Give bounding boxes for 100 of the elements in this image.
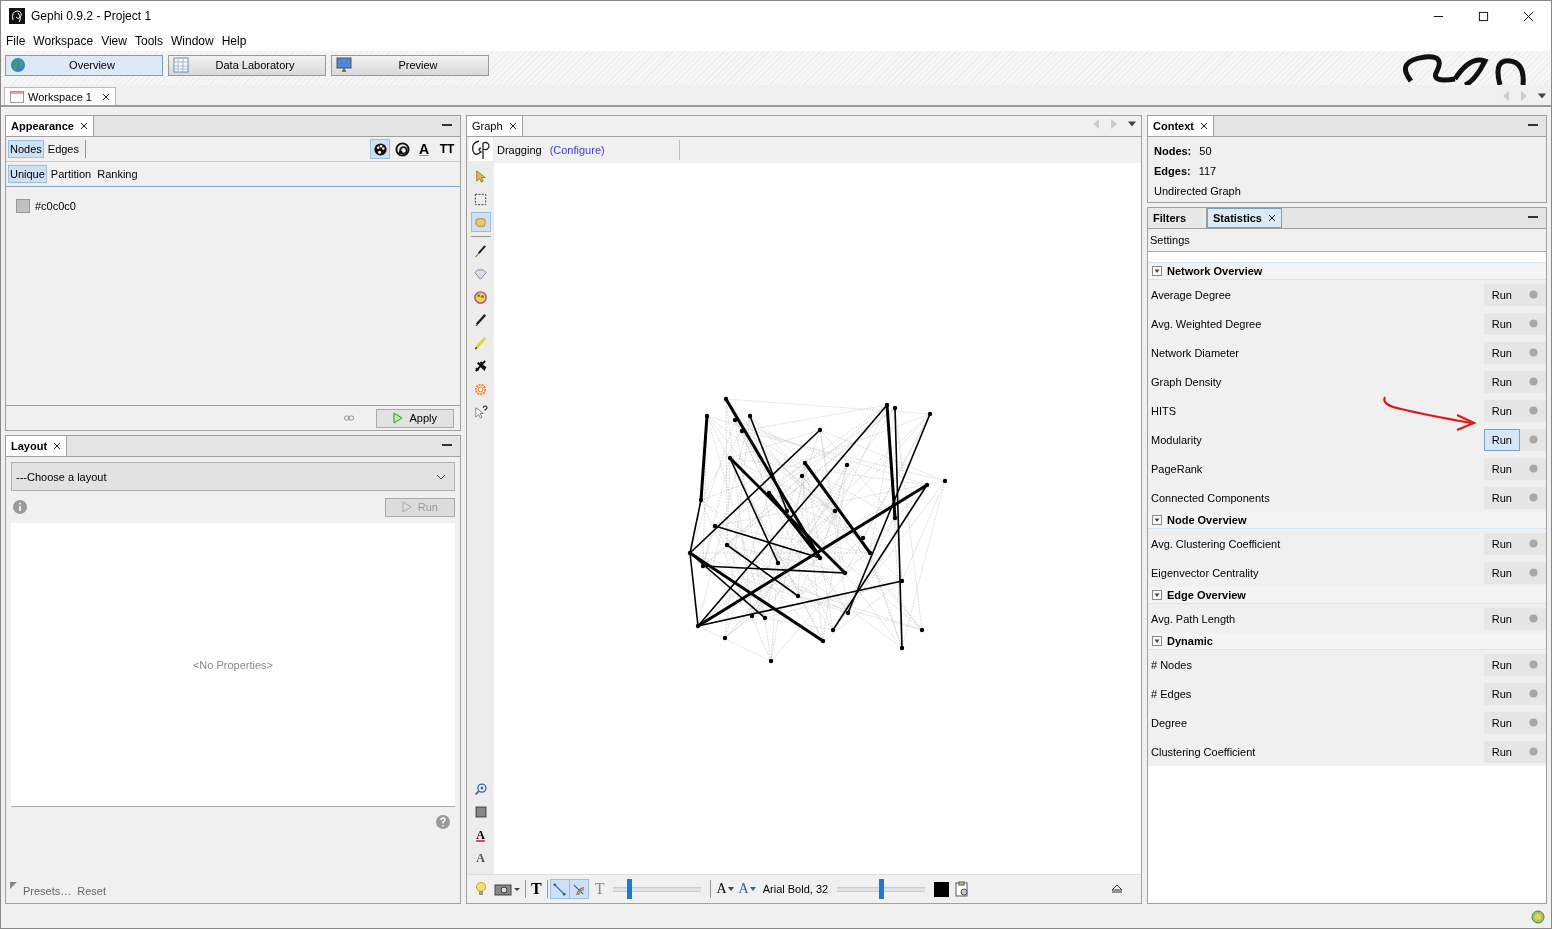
perspective-button[interactable]: Preview bbox=[331, 54, 489, 76]
group-header[interactable]: Network Overview bbox=[1148, 263, 1546, 280]
collapse-icon[interactable] bbox=[1152, 636, 1162, 646]
menu-item[interactable]: Tools bbox=[134, 34, 163, 48]
close-icon[interactable] bbox=[80, 122, 88, 130]
target-tab[interactable]: Edges bbox=[45, 140, 81, 158]
run-button[interactable]: Run bbox=[1483, 486, 1520, 509]
run-button[interactable]: Run bbox=[1483, 711, 1520, 734]
font-button[interactable]: A bbox=[716, 881, 727, 897]
color-button[interactable] bbox=[370, 139, 390, 159]
statistic-name: Connected Components bbox=[1151, 491, 1270, 504]
slider-thumb[interactable] bbox=[627, 879, 633, 899]
run-button[interactable]: Run bbox=[1483, 561, 1520, 584]
workspace-tab[interactable]: Workspace 1 bbox=[4, 87, 116, 105]
logo-icon bbox=[468, 137, 493, 161]
label-color-button[interactable]: A bbox=[470, 825, 491, 845]
dropdown-icon[interactable] bbox=[1538, 91, 1546, 101]
slider-thumb[interactable] bbox=[879, 879, 885, 899]
info-icon[interactable] bbox=[13, 500, 27, 514]
statistic-name: Modularity bbox=[1151, 433, 1202, 446]
presets-link[interactable]: Presets… bbox=[23, 885, 72, 897]
panel-tab[interactable]: Appearance bbox=[6, 116, 94, 136]
close-icon[interactable] bbox=[102, 92, 110, 101]
group-header[interactable]: Node Overview bbox=[1148, 512, 1546, 529]
panel-tab[interactable]: Statistics bbox=[1207, 208, 1282, 228]
label-color-swatch[interactable] bbox=[934, 881, 950, 897]
settings-button[interactable]: Settings bbox=[1150, 234, 1190, 246]
statistic-name: # Nodes bbox=[1151, 658, 1192, 671]
window-title: Gephi 0.9.2 - Project 1 bbox=[31, 9, 152, 23]
caret-icon[interactable] bbox=[727, 887, 734, 891]
perspective-button[interactable]: Data Laboratory bbox=[168, 54, 326, 76]
edge-color-toggle-button[interactable] bbox=[568, 879, 589, 899]
clipboard-icon[interactable] bbox=[954, 881, 971, 897]
font-name: Arial Bold, 32 bbox=[762, 883, 829, 895]
mode-tab[interactable]: Unique bbox=[8, 165, 47, 183]
show-labels-button[interactable]: T bbox=[531, 880, 542, 898]
minimize-icon[interactable] bbox=[442, 444, 452, 448]
run-button[interactable]: Run bbox=[1483, 653, 1520, 676]
panel-tab[interactable]: Context bbox=[1148, 116, 1214, 136]
caret-icon[interactable] bbox=[749, 887, 756, 891]
edges-toggle-button[interactable] bbox=[549, 879, 570, 899]
camera-icon[interactable] bbox=[494, 881, 520, 897]
collapse-icon[interactable] bbox=[1152, 590, 1162, 600]
lightbulb-icon[interactable] bbox=[473, 881, 489, 897]
run-button[interactable]: Run bbox=[1483, 607, 1520, 630]
minimize-icon[interactable] bbox=[442, 124, 452, 128]
mode-tab[interactable]: Ranking bbox=[95, 165, 140, 183]
statistic-name: Graph Density bbox=[1151, 375, 1222, 388]
help-icon[interactable] bbox=[436, 815, 450, 829]
link-icon[interactable] bbox=[344, 415, 355, 421]
label-color-button[interactable]: A bbox=[414, 139, 434, 159]
menu-item[interactable]: Window bbox=[170, 34, 214, 48]
perspective-button[interactable]: Overview bbox=[5, 54, 163, 76]
run-button[interactable]: Run bbox=[1483, 283, 1520, 306]
apply-button[interactable]: Apply bbox=[376, 408, 454, 428]
highlighter-icon bbox=[473, 335, 488, 351]
mode-tab[interactable]: Partition bbox=[48, 165, 94, 183]
collapse-icon[interactable] bbox=[1152, 515, 1162, 525]
run-button[interactable]: Run bbox=[1483, 682, 1520, 705]
color-swatch[interactable] bbox=[16, 199, 30, 213]
stat-label: Nodes: bbox=[1154, 144, 1192, 157]
dropdown-icon[interactable] bbox=[1128, 119, 1136, 129]
configure-link[interactable]: (Configure) bbox=[549, 144, 605, 156]
layout-dropdown[interactable]: ---Choose a layout bbox=[11, 462, 455, 491]
globe-icon bbox=[10, 57, 26, 73]
panel-tab[interactable]: Layout bbox=[6, 436, 68, 456]
close-icon[interactable] bbox=[1267, 214, 1276, 222]
group-header[interactable]: Edge Overview bbox=[1148, 587, 1546, 604]
run-button[interactable]: Run bbox=[1483, 370, 1520, 393]
menu-item[interactable]: View bbox=[101, 34, 127, 48]
run-button[interactable]: Run bbox=[1483, 312, 1520, 335]
minimize-icon[interactable] bbox=[1528, 216, 1538, 220]
label-size-button[interactable]: A bbox=[470, 848, 491, 868]
statistic-name: Average Degree bbox=[1151, 288, 1231, 301]
minimize-icon[interactable] bbox=[1528, 124, 1538, 128]
menu-item[interactable]: Workspace bbox=[33, 34, 94, 48]
menu-item[interactable]: File bbox=[6, 34, 26, 48]
close-icon[interactable] bbox=[508, 122, 517, 130]
close-icon[interactable] bbox=[53, 442, 62, 450]
run-button[interactable]: Run bbox=[1483, 740, 1520, 763]
target-tab[interactable]: Nodes bbox=[8, 140, 44, 158]
size-button[interactable] bbox=[392, 139, 412, 159]
help-pointer-icon bbox=[473, 404, 488, 420]
run-button[interactable]: Run bbox=[1483, 457, 1520, 480]
panel-tab[interactable]: Filters bbox=[1148, 208, 1207, 228]
label-size-button[interactable]: TT bbox=[436, 139, 458, 159]
run-button[interactable]: Run bbox=[1483, 532, 1520, 555]
menu-item[interactable]: Help bbox=[221, 34, 247, 48]
group-header[interactable]: Dynamic bbox=[1148, 633, 1546, 650]
graph-tab[interactable]: Graph bbox=[467, 116, 523, 136]
close-icon[interactable] bbox=[1199, 122, 1208, 130]
run-button[interactable]: Run bbox=[1483, 428, 1520, 451]
collapse-icon[interactable] bbox=[1152, 266, 1162, 276]
reset-link[interactable]: Reset bbox=[77, 885, 107, 897]
font-size-button[interactable]: A bbox=[738, 881, 749, 897]
play-icon bbox=[393, 412, 404, 424]
notification-icon[interactable] bbox=[1531, 910, 1545, 924]
run-button[interactable]: Run bbox=[1483, 399, 1520, 422]
run-button[interactable]: Run bbox=[1483, 341, 1520, 364]
eject-icon[interactable] bbox=[1111, 884, 1123, 894]
